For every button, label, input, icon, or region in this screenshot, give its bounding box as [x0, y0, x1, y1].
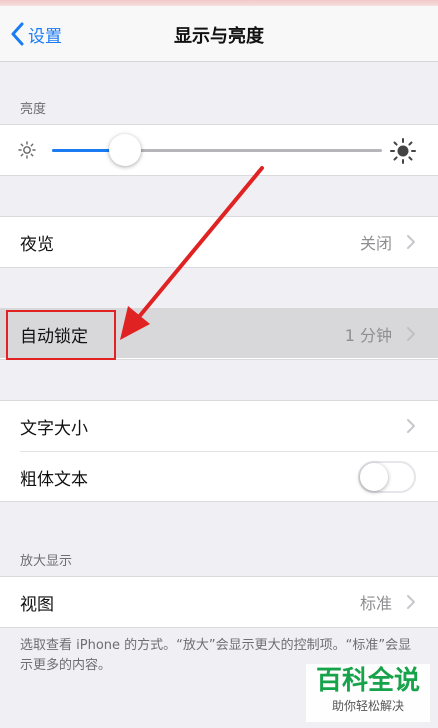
sun-large-icon: [390, 138, 416, 164]
chevron-right-icon: [407, 327, 415, 341]
page-title: 显示与亮度: [174, 26, 264, 47]
zoom-header: 放大显示: [20, 554, 73, 569]
watermark-sub: 助你轻松解决: [331, 699, 404, 713]
chevron-right-icon: [407, 235, 415, 249]
brightness-header: 亮度: [20, 102, 47, 117]
chevron-right-icon: [407, 595, 415, 609]
night-shift-label: 夜览: [20, 234, 54, 255]
chevron-right-icon: [407, 419, 415, 433]
night-shift-group: 夜览 关闭: [0, 216, 438, 268]
auto-lock-value: 1 分钟: [344, 326, 392, 345]
sun-small-icon: [18, 141, 36, 159]
navigation-bar: 设置 显示与亮度: [0, 6, 438, 62]
zoom-view-value: 标准: [359, 594, 392, 613]
watermark-main: 百科全说: [315, 666, 420, 696]
bold-text-toggle[interactable]: [358, 461, 416, 493]
annotation-box: [6, 310, 116, 360]
text-size-label: 文字大小: [20, 418, 88, 439]
brightness-slider[interactable]: [52, 149, 382, 152]
brightness-slider-thumb[interactable]: [108, 134, 141, 166]
zoom-group: 视图 标准: [0, 576, 438, 628]
bold-text-label: 粗体文本: [20, 469, 88, 490]
zoom-view-label: 视图: [20, 594, 54, 615]
toggle-knob: [360, 463, 388, 491]
text-group: 文字大小 粗体文本: [0, 400, 438, 502]
night-shift-row[interactable]: 夜览 关闭: [0, 217, 438, 267]
zoom-view-row[interactable]: 视图 标准: [0, 577, 438, 627]
night-shift-value: 关闭: [359, 234, 392, 253]
text-size-row[interactable]: 文字大小: [0, 401, 438, 451]
watermark-logo: 百科全说 助你轻松解决: [306, 664, 430, 722]
brightness-group: [0, 124, 438, 176]
bold-text-row: 粗体文本: [0, 452, 438, 502]
